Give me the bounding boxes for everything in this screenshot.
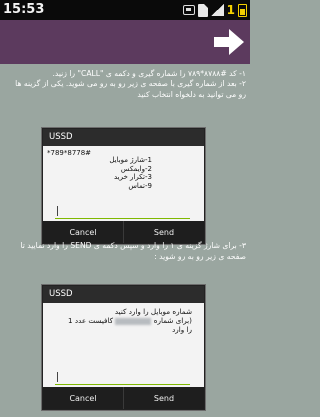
sim-slot-label: 1: [226, 2, 235, 17]
ussd-menu-list: 1-شارژ موبایل 2-وایمکس 3-تکرار خرید 9-تم…: [109, 156, 152, 190]
status-icons: 1: [182, 2, 247, 17]
battery-icon: [238, 3, 247, 17]
text-cursor: [57, 206, 58, 216]
menu-option: 1-شارژ موبایل: [109, 156, 152, 164]
redacted-number: [115, 317, 152, 325]
ussd-menu-dialog: USSD *789*8778# 1-شارژ موبایل 2-وایمکس 3…: [42, 128, 205, 244]
instruction-step-3: ۳- برای شارژ گزینه ی ۱ را وارد و سپس دکم…: [20, 241, 246, 261]
message-line: شماره موبایل را وارد کنید: [114, 307, 192, 316]
text-cursor: [57, 372, 58, 382]
dialog-body: *789*8778# 1-شارژ موبایل 2-وایمکس 3-تکرا…: [43, 146, 204, 223]
arrow-right-icon[interactable]: [212, 26, 246, 58]
screenshot-icon: [182, 5, 195, 15]
menu-option: 9-تماس: [128, 181, 152, 190]
ussd-message: شماره موبایل را وارد کنید (برای شماره کا…: [62, 307, 192, 334]
ussd-input-dialog: USSD شماره موبایل را وارد کنید (برای شما…: [42, 285, 205, 410]
send-button[interactable]: Send: [123, 387, 204, 409]
menu-option: 3-تکرار خرید: [113, 173, 152, 181]
message-fragment: کافیست عدد 1: [68, 316, 114, 325]
message-line: را وارد: [172, 325, 192, 334]
ussd-reply-input[interactable]: [55, 203, 190, 219]
cancel-button[interactable]: Cancel: [43, 387, 123, 409]
dialog-title: USSD: [43, 129, 204, 146]
status-bar: 15:53 1: [0, 0, 250, 20]
dialog-body: شماره موبایل را وارد کنید (برای شماره کا…: [43, 303, 204, 389]
signal-icon: [210, 4, 224, 16]
dialog-title: USSD: [43, 286, 204, 303]
app-header: [0, 20, 250, 64]
dialog-button-bar: Cancel Send: [43, 387, 204, 409]
status-time: 15:53: [3, 2, 45, 17]
ussd-reply-input[interactable]: [55, 369, 190, 385]
message-fragment: (برای شماره: [153, 316, 192, 325]
menu-option: 2-وایمکس: [120, 164, 152, 173]
ussd-code: *789*8778#: [47, 149, 92, 157]
message-line: (برای شماره کافیست عدد 1: [62, 316, 192, 325]
instruction-step-2: ۲- بعد از شماره گیری با صفحه ی زیر رو به…: [15, 79, 246, 99]
sim-card-icon: [197, 3, 208, 17]
